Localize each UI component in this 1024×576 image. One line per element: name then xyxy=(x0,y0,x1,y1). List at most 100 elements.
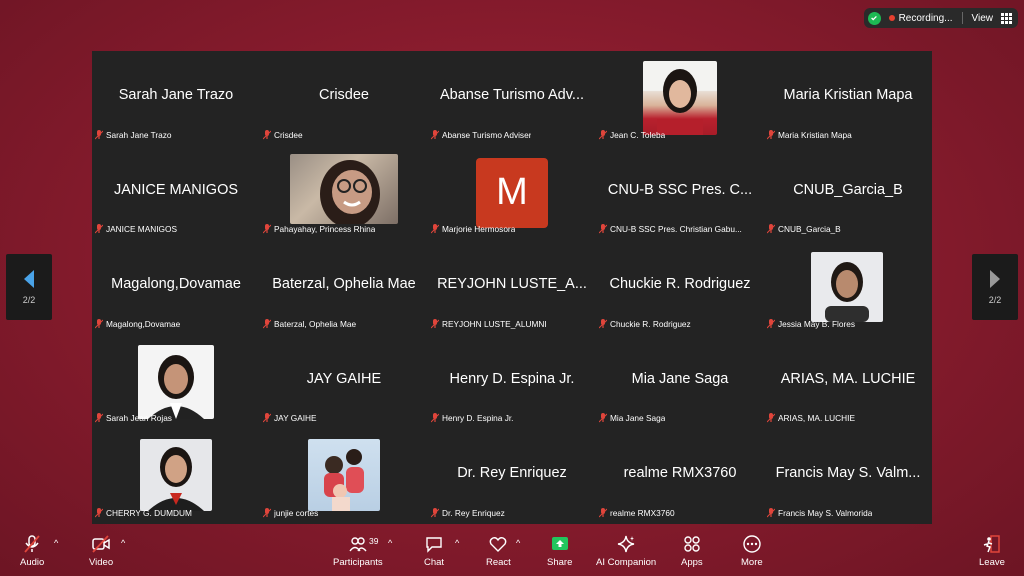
participant-tile[interactable]: Mia Jane Saga Mia Jane Saga xyxy=(596,335,764,430)
audio-button[interactable]: Audio xyxy=(20,534,44,568)
participant-label: Magalong,Dovamae xyxy=(95,318,180,329)
react-label: React xyxy=(486,557,511,568)
mic-muted-icon xyxy=(24,535,40,553)
video-options-caret-icon[interactable]: ^ xyxy=(121,538,125,548)
participant-tile[interactable]: Francis May S. Valm... Francis May S. Va… xyxy=(764,429,932,524)
leave-label: Leave xyxy=(979,557,1005,568)
participant-tile[interactable]: Chuckie R. Rodriguez Chuckie R. Rodrigue… xyxy=(596,240,764,335)
participant-name: Abanse Turismo Adv... xyxy=(440,87,584,103)
participant-name: ARIAS, MA. LUCHIE xyxy=(780,370,916,387)
participant-tile[interactable]: CNUB_Garcia_B CNUB_Garcia_B xyxy=(764,146,932,241)
participant-photo xyxy=(643,61,717,135)
participant-name: Chuckie R. Rodriguez xyxy=(609,276,751,293)
participant-label: Crisdee xyxy=(263,129,303,140)
video-button[interactable]: Video xyxy=(89,534,113,568)
more-button[interactable]: More xyxy=(741,534,763,568)
participant-label: CHERRY G. DUMDUM xyxy=(95,507,192,518)
participant-label: realme RMX3760 xyxy=(599,507,675,518)
participant-tile[interactable]: ARIAS, MA. LUCHIE ARIAS, MA. LUCHIE xyxy=(764,335,932,430)
mic-off-icon xyxy=(431,129,439,139)
mic-off-icon xyxy=(767,507,775,518)
react-button[interactable]: React xyxy=(486,534,511,568)
participant-name: Sarah Jane Trazo xyxy=(118,87,234,103)
participant-label: Dr. Rey Enriquez xyxy=(431,507,505,518)
sparkle-icon xyxy=(617,535,635,553)
video-off-icon xyxy=(92,535,110,553)
participant-tile[interactable]: Sarah Jean Rojas xyxy=(92,335,260,430)
next-page-button[interactable]: 2/2 xyxy=(972,254,1018,320)
ai-companion-button[interactable]: AI Companion xyxy=(596,534,656,568)
participant-tile[interactable]: Abanse Turismo Adv... Abanse Turismo Adv… xyxy=(428,51,596,146)
participant-tile[interactable]: M Marjorie Hermosora xyxy=(428,146,596,241)
participant-tile[interactable]: Jean C. Toleba xyxy=(596,51,764,146)
mic-off-icon xyxy=(263,507,271,518)
participant-photo xyxy=(290,153,398,224)
participant-name: Dr. Rey Enriquez xyxy=(457,465,567,482)
participants-label: Participants xyxy=(333,557,383,568)
participant-label: JANICE MANIGOS xyxy=(95,224,177,234)
mic-off-icon xyxy=(599,318,607,329)
mic-off-icon xyxy=(263,129,271,139)
participants-icon xyxy=(349,537,367,552)
participant-name: JAY GAIHE xyxy=(306,370,382,387)
participant-tile[interactable]: Magalong,Dovamae Magalong,Dovamae xyxy=(92,240,260,335)
shield-check-icon xyxy=(867,11,881,25)
chat-icon xyxy=(426,537,442,553)
share-label: Share xyxy=(547,557,573,568)
mic-off-icon xyxy=(95,318,103,329)
react-options-caret-icon[interactable]: ^ xyxy=(516,538,520,548)
audio-options-caret-icon[interactable]: ^ xyxy=(54,538,58,548)
participant-tile[interactable]: JAY GAIHE JAY GAIHE xyxy=(260,335,428,430)
participant-label: Sarah Jean Rojas xyxy=(95,413,172,423)
participant-name: Francis May S. Valm... xyxy=(775,465,921,482)
participant-name: Henry D. Espina Jr. xyxy=(449,370,575,387)
chat-button[interactable]: Chat xyxy=(424,534,444,568)
participant-label: Francis May S. Valmorida xyxy=(767,507,872,518)
leave-button[interactable]: Leave xyxy=(979,534,1005,568)
apps-button[interactable]: Apps xyxy=(681,534,703,568)
mic-off-icon xyxy=(599,413,607,423)
participant-label: junjie cortes xyxy=(263,507,318,518)
participant-tile[interactable]: Maria Kristian Mapa Maria Kristian Mapa xyxy=(764,51,932,146)
participant-name: CNU-B SSC Pres. C... xyxy=(607,181,753,198)
participants-options-caret-icon[interactable]: ^ xyxy=(388,538,392,548)
recording-status-pill[interactable]: Recording... View xyxy=(863,8,1018,28)
participant-label: Henry D. Espina Jr. xyxy=(431,413,513,423)
participant-tile[interactable]: realme RMX3760 realme RMX3760 xyxy=(596,429,764,524)
participant-tile[interactable]: Jessia May B. Flores xyxy=(764,240,932,335)
participant-label: ARIAS, MA. LUCHIE xyxy=(767,413,855,423)
participant-tile[interactable]: REYJOHN LUSTE_A... REYJOHN LUSTE_ALUMNI xyxy=(428,240,596,335)
mic-off-icon xyxy=(431,413,439,423)
participant-name: Mia Jane Saga xyxy=(631,370,729,387)
mic-off-icon xyxy=(767,224,775,234)
participant-photo xyxy=(138,344,214,419)
mic-off-icon xyxy=(431,224,439,234)
participant-tile[interactable]: Pahayahay, Princess Rhina xyxy=(260,146,428,241)
view-button[interactable]: View xyxy=(972,13,994,24)
participant-photo xyxy=(140,439,212,512)
participant-tile[interactable]: Sarah Jane Trazo Sarah Jane Trazo xyxy=(92,51,260,146)
share-button[interactable]: Share xyxy=(547,534,572,568)
participant-label: JAY GAIHE xyxy=(263,413,317,423)
participant-tile[interactable]: Crisdee Crisdee xyxy=(260,51,428,146)
avatar: M xyxy=(476,157,548,228)
mic-off-icon xyxy=(95,224,103,234)
participant-tile[interactable]: Henry D. Espina Jr. Henry D. Espina Jr. xyxy=(428,335,596,430)
participant-label: Mia Jane Saga xyxy=(599,413,665,423)
mic-off-icon xyxy=(95,413,103,423)
participant-tile[interactable]: CNU-B SSC Pres. C... CNU-B SSC Pres. Chr… xyxy=(596,146,764,241)
video-gallery: Sarah Jane Trazo Sarah Jane Trazo Crisde… xyxy=(92,51,932,524)
participant-tile[interactable]: CHERRY G. DUMDUM xyxy=(92,429,260,524)
participant-tile[interactable]: JANICE MANIGOS JANICE MANIGOS xyxy=(92,146,260,241)
arrow-right-icon xyxy=(990,270,1000,288)
mic-off-icon xyxy=(431,318,439,329)
mic-off-icon xyxy=(767,129,775,139)
heart-icon xyxy=(490,537,507,552)
chat-options-caret-icon[interactable]: ^ xyxy=(455,538,459,548)
participant-tile[interactable]: Baterzal, Ophelia Mae Baterzal, Ophelia … xyxy=(260,240,428,335)
participant-tile[interactable]: Dr. Rey Enriquez Dr. Rey Enriquez xyxy=(428,429,596,524)
grid-view-icon[interactable] xyxy=(1001,12,1012,24)
previous-page-button[interactable]: 2/2 xyxy=(6,254,52,320)
participant-tile[interactable]: junjie cortes xyxy=(260,429,428,524)
leave-icon xyxy=(983,535,1000,553)
